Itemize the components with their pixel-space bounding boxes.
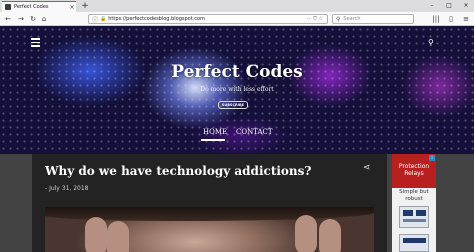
nav-home[interactable]: HOME	[203, 128, 227, 136]
tab-close-icon[interactable]: ×	[68, 4, 76, 11]
favicon-icon	[5, 4, 11, 10]
ad-headline: Protection Relays	[398, 163, 430, 177]
post-card: Why do we have technology addictions? ⋖ …	[32, 154, 387, 252]
post-image[interactable]	[45, 207, 374, 252]
tab-bar: Perfect Codes × + – □ ×	[0, 0, 474, 12]
lock-icon: 🔒	[100, 16, 107, 22]
share-icon[interactable]: ⋖	[363, 163, 371, 173]
header-search-icon[interactable]: ⚲	[428, 38, 434, 47]
site-tagline: Do more with less effort	[200, 86, 274, 93]
forward-button[interactable]: →	[15, 13, 27, 25]
minimize-button[interactable]: –	[424, 0, 440, 12]
menu-icon[interactable]: ≡	[460, 13, 472, 25]
close-window-button[interactable]: ×	[458, 0, 474, 12]
site-title[interactable]: Perfect Codes	[0, 62, 474, 82]
search-icon: ⚲	[336, 15, 341, 23]
home-button[interactable]: ⌂	[38, 13, 50, 25]
post-date[interactable]: - July 31, 2018	[45, 185, 89, 192]
post-title[interactable]: Why do we have technology addictions?	[45, 164, 311, 178]
search-placeholder: Search	[343, 16, 361, 22]
blog-header: ⚲ Perfect Codes Do more with less effort…	[0, 26, 474, 154]
sidebar-icon[interactable]: ▯	[445, 13, 457, 25]
relay-product-image-2	[399, 234, 429, 252]
ad-subline: Simple but robust	[399, 189, 429, 202]
hamburger-menu-icon[interactable]	[31, 38, 40, 47]
url-bar[interactable]: ⓘ 🔒 https://perfectcodesblog.blogspot.co…	[88, 14, 328, 24]
page-actions-icons[interactable]: ··· ⛉ ☆	[307, 16, 323, 22]
browser-tab[interactable]: Perfect Codes ×	[2, 1, 76, 12]
search-bar[interactable]: ⚲ Search	[332, 14, 414, 24]
new-tab-button[interactable]: +	[80, 1, 90, 11]
ad-info-icon[interactable]: i	[429, 155, 435, 161]
maximize-button[interactable]: □	[441, 0, 457, 12]
back-button[interactable]: ←	[2, 13, 14, 25]
url-text[interactable]: https://perfectcodesblog.blogspot.com	[108, 16, 307, 22]
tab-title: Perfect Codes	[14, 4, 49, 10]
nav-contact[interactable]: CONTACT	[236, 128, 273, 136]
site-info-icon[interactable]: ⓘ	[92, 15, 98, 24]
relay-product-image	[399, 206, 429, 228]
library-icon[interactable]: |||	[430, 13, 442, 25]
navigation-toolbar: ← → ↻ ⌂ ⓘ 🔒 https://perfectcodesblog.blo…	[0, 12, 474, 26]
subscribe-button[interactable]: SUBSCRIBE	[218, 101, 248, 109]
advertisement[interactable]: Protection Relays i Simple but robust	[392, 154, 436, 252]
nav-active-indicator	[201, 139, 225, 141]
